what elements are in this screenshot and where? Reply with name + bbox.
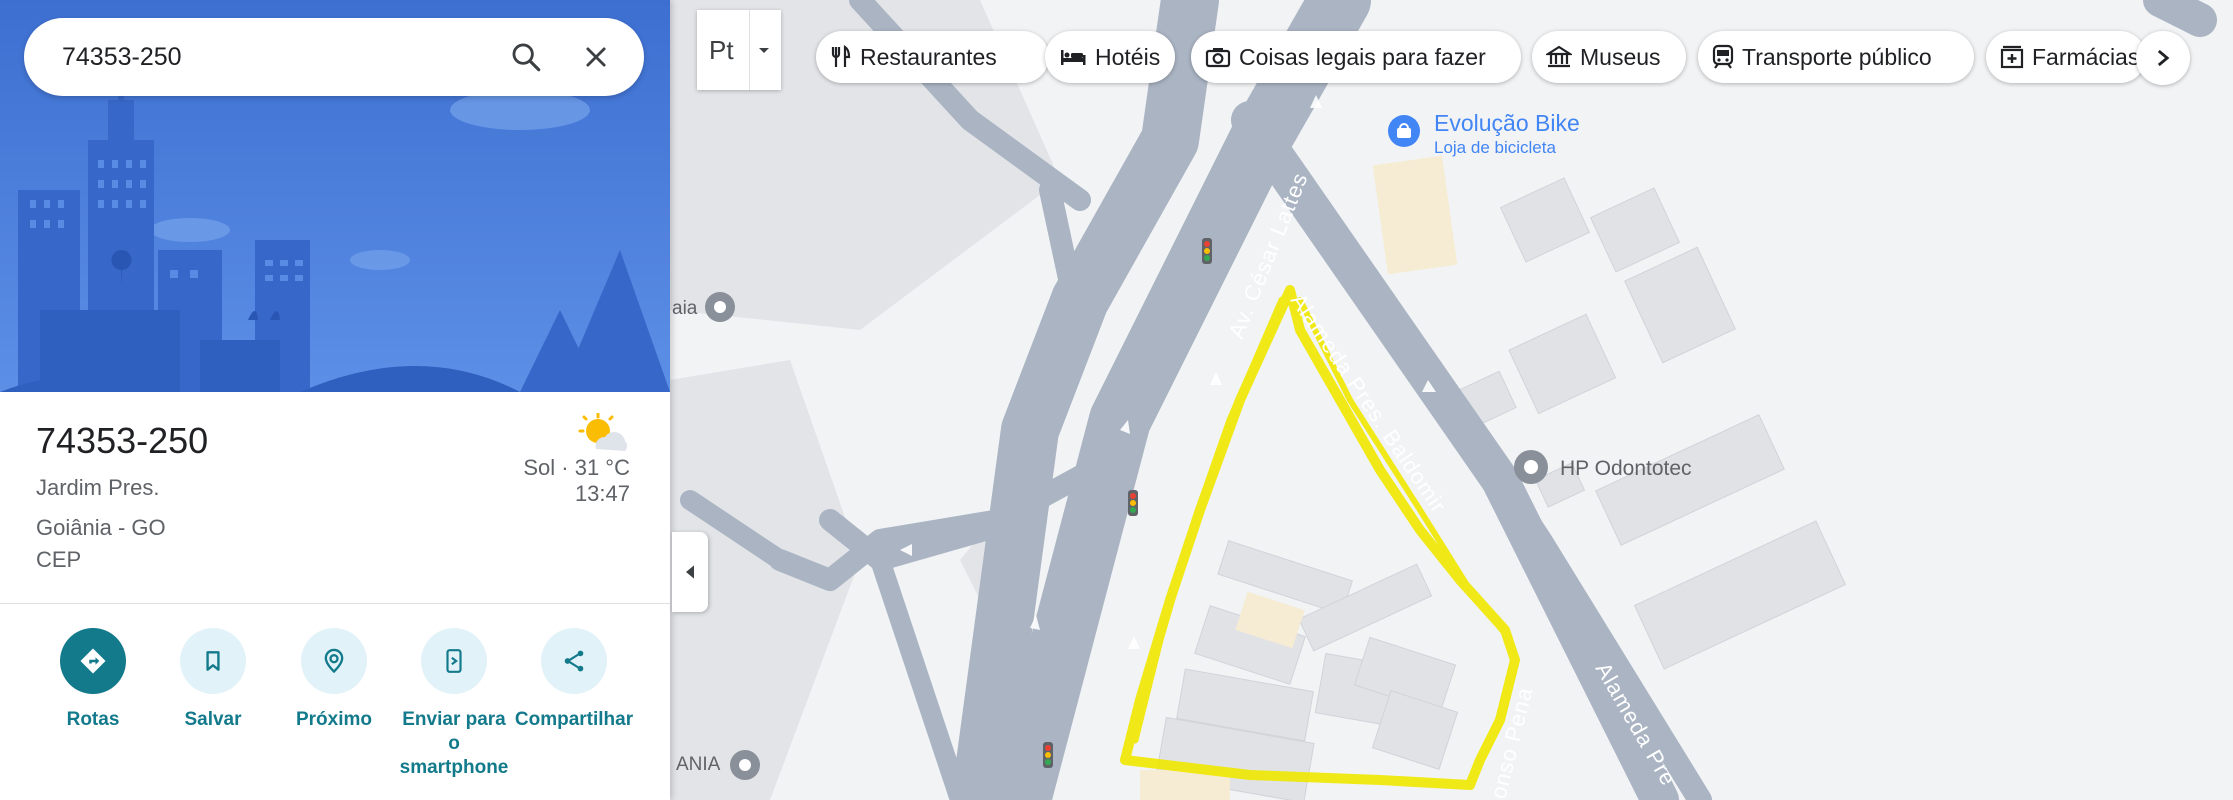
search-icon[interactable]: [496, 27, 556, 87]
close-icon[interactable]: [566, 27, 626, 87]
search-box[interactable]: 74353-250: [24, 18, 644, 96]
chip-label: Coisas legais para fazer: [1239, 43, 1486, 70]
divider: [0, 603, 670, 604]
chevron-down-icon[interactable]: [757, 46, 771, 56]
chip-label: Farmácias: [2032, 43, 2140, 70]
send-to-phone-button[interactable]: Enviar para o smartphone: [394, 628, 514, 780]
send-to-phone-label: Enviar para o smartphone: [399, 709, 509, 778]
place-panel: 74353-250 74353-250 Jardim Pres. Goiânia…: [0, 0, 670, 800]
poi-name[interactable]: Evolução Bike: [1434, 110, 1580, 137]
chip-things-to-do[interactable]: Coisas legais para fazer: [1191, 31, 1521, 83]
chevron-left-icon: [686, 565, 694, 579]
map-pin-icon[interactable]: [730, 750, 760, 780]
layer-label: Pt: [709, 34, 734, 65]
weather-info: Sol · 31 °C 13:47: [523, 455, 630, 507]
chip-museums[interactable]: Museus: [1532, 31, 1686, 83]
map-pin-icon[interactable]: [1514, 450, 1548, 484]
chip-pharmacies[interactable]: Farmácias: [1986, 31, 2146, 83]
chip-label: Transporte público: [1742, 43, 1932, 70]
send-to-phone-icon[interactable]: [421, 628, 487, 694]
nearby-button[interactable]: Próximo: [274, 628, 394, 732]
directions-label: Rotas: [66, 709, 120, 730]
place-type: CEP: [36, 547, 82, 572]
weather-time: 13:47: [574, 481, 630, 506]
bed-icon: [1061, 50, 1086, 65]
poi-category: Loja de bicicleta: [1434, 138, 1556, 157]
directions-icon[interactable]: [60, 628, 126, 694]
chip-public-transport[interactable]: Transporte público: [1698, 31, 1974, 83]
place-title: 74353-250: [36, 420, 209, 461]
chip-label: Hotéis: [1095, 43, 1161, 70]
layer-selector[interactable]: Pt: [697, 10, 781, 90]
chevron-right-icon: [2157, 49, 2170, 67]
nearby-label: Próximo: [295, 709, 373, 730]
collapse-panel-button[interactable]: [672, 532, 708, 612]
poi-name[interactable]: ANIA: [676, 754, 720, 776]
chips-next-button[interactable]: [2136, 31, 2190, 85]
search-input[interactable]: 74353-250: [62, 43, 496, 72]
share-button[interactable]: Compartilhar: [514, 628, 634, 732]
nearby-icon[interactable]: [301, 628, 367, 694]
chip-label: Museus: [1580, 43, 1661, 70]
museum-icon: [1546, 45, 1572, 68]
sun-cloud-icon: [578, 413, 628, 451]
place-neighborhood: Jardim Pres.: [36, 475, 160, 500]
chip-restaurants[interactable]: Restaurantes: [816, 31, 1049, 83]
divider: [749, 10, 750, 90]
poi-name[interactable]: aia: [672, 298, 697, 320]
share-icon[interactable]: [541, 628, 607, 694]
poi-name[interactable]: HP Odontotec: [1560, 457, 1692, 481]
pharmacy-icon: [2000, 45, 2024, 69]
chip-label: Restaurantes: [860, 43, 997, 70]
save-button[interactable]: Salvar: [153, 628, 273, 732]
bike-shop-pin-icon[interactable]: [1388, 115, 1420, 147]
fork-knife-icon: [831, 45, 851, 67]
place-city: Goiânia - GO: [36, 515, 166, 540]
camera-icon: [1205, 48, 1231, 68]
map-pin-icon[interactable]: [705, 292, 735, 322]
bookmark-icon[interactable]: [180, 628, 246, 694]
directions-button[interactable]: Rotas: [33, 628, 153, 732]
save-label: Salvar: [184, 709, 242, 730]
share-label: Compartilhar: [514, 709, 634, 730]
weather-condition: Sol · 31 °C: [523, 455, 630, 480]
chip-hotels[interactable]: Hotéis: [1045, 31, 1175, 83]
train-icon: [1712, 44, 1734, 69]
